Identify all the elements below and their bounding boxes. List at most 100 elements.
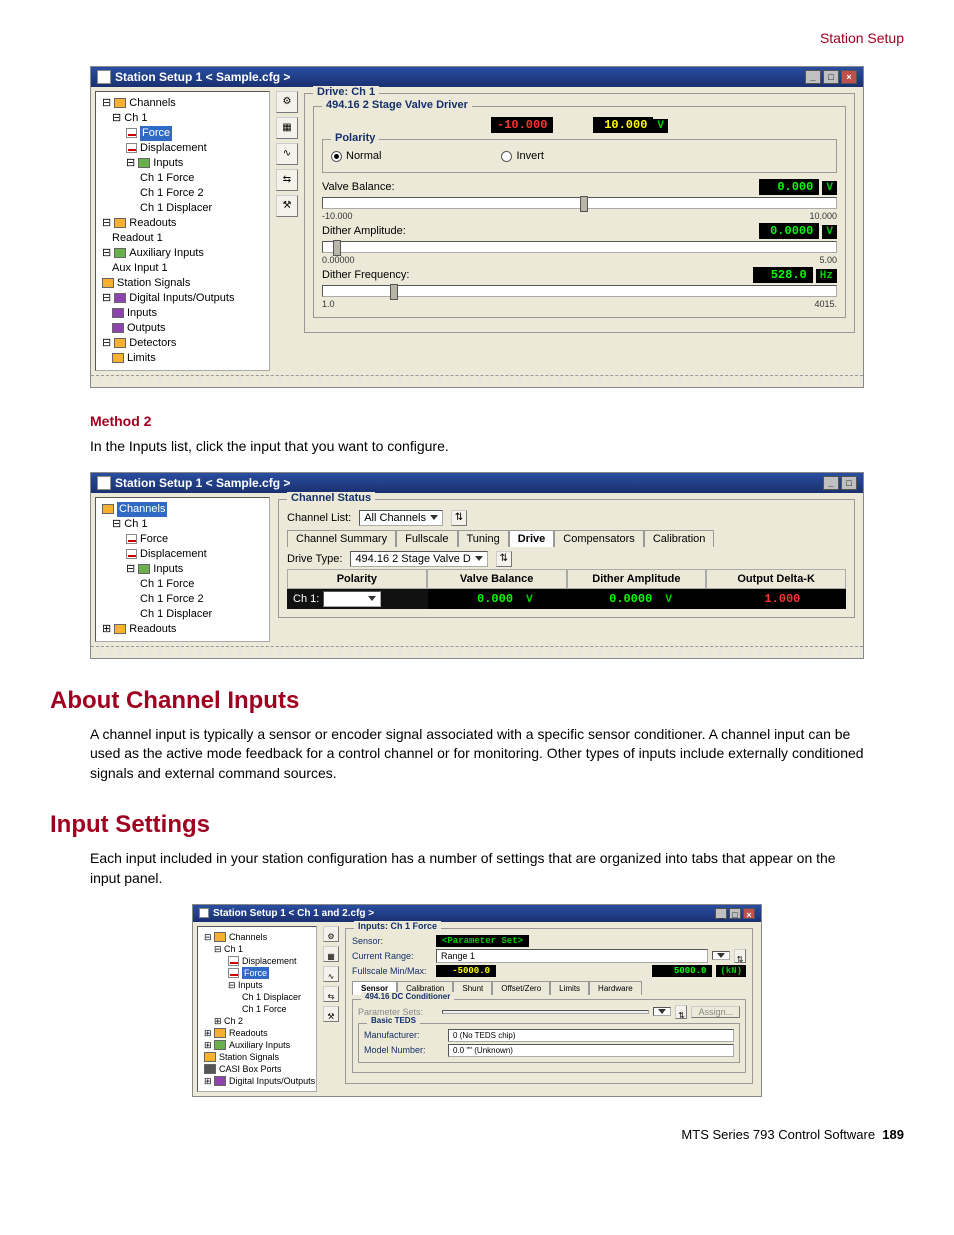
tree-station-signals[interactable]: Station Signals	[98, 276, 267, 291]
tree-dio[interactable]: ⊟ Digital Inputs/Outputs	[98, 291, 267, 306]
tree-inputs[interactable]: ⊟ Inputs	[98, 562, 267, 577]
tool-btn-4[interactable]: ⇆	[276, 169, 298, 191]
tab-calibration[interactable]: Calibration	[644, 530, 715, 547]
tool-btn[interactable]: ⚙	[323, 926, 339, 942]
channel-list-combo[interactable]: All Channels	[359, 510, 443, 526]
tree-aux-inputs[interactable]: ⊞ Auxiliary Inputs	[200, 1039, 314, 1051]
tree-ch1-displacer[interactable]: Ch 1 Displacer	[200, 991, 314, 1003]
tree-channels[interactable]: Channels	[98, 502, 267, 517]
tree-channels[interactable]: ⊟ Channels	[200, 931, 314, 943]
tab-channel-summary[interactable]: Channel Summary	[287, 530, 396, 547]
tab-drive[interactable]: Drive	[509, 530, 555, 547]
spin-buttons[interactable]: ⇅	[734, 949, 746, 963]
tool-btn-1[interactable]: ⚙	[276, 91, 298, 113]
tree-ch1-displacer[interactable]: Ch 1 Displacer	[98, 201, 267, 216]
close-button[interactable]: ×	[841, 70, 857, 84]
row-vb-unit: V	[522, 593, 537, 607]
tree-ch1-force[interactable]: Ch 1 Force	[98, 171, 267, 186]
tree-force[interactable]: Force	[98, 126, 267, 141]
tree-aux-inputs[interactable]: ⊟ Auxiliary Inputs	[98, 246, 267, 261]
row-od-value[interactable]: 1.000	[746, 591, 806, 607]
param-caret[interactable]	[653, 1007, 671, 1016]
tab-hardware[interactable]: Hardware	[589, 981, 642, 995]
tree-displacement[interactable]: Displacement	[98, 547, 267, 562]
row-da-value[interactable]: 0.0000	[598, 591, 658, 607]
dither-amp-slider[interactable]	[322, 241, 837, 253]
tree-ch1-displacer[interactable]: Ch 1 Displacer	[98, 607, 267, 622]
polarity-invert-radio[interactable]: Invert	[501, 150, 544, 162]
tool-btn[interactable]: ⇆	[323, 986, 339, 1002]
dither-amp-value[interactable]: 0.0000	[759, 223, 819, 239]
tree-ch1-force[interactable]: Ch 1 Force	[98, 577, 267, 592]
tree-ch1[interactable]: ⊟ Ch 1	[98, 517, 267, 532]
tree-limits[interactable]: Limits	[98, 351, 267, 366]
tree-force[interactable]: Force	[98, 532, 267, 547]
spin-buttons[interactable]: ⇅	[451, 510, 467, 526]
tree-readouts[interactable]: ⊞ Readouts	[200, 1027, 314, 1039]
range-caret[interactable]	[712, 951, 730, 960]
tree-ch1[interactable]: ⊟ Ch 1	[200, 943, 314, 955]
tab-compensators[interactable]: Compensators	[554, 530, 644, 547]
tree-dio-inputs[interactable]: Inputs	[98, 306, 267, 321]
maximize-button[interactable]: □	[729, 908, 741, 919]
dither-freq-value[interactable]: 528.0	[753, 267, 813, 283]
tool-btn[interactable]: ▦	[323, 946, 339, 962]
dither-freq-slider[interactable]	[322, 285, 837, 297]
valve-balance-slider[interactable]	[322, 197, 837, 209]
drive-type-combo[interactable]: 494.16 2 Stage Valve D	[350, 551, 487, 567]
tree-station-signals[interactable]: Station Signals	[200, 1051, 314, 1063]
page-header: Station Setup	[50, 30, 904, 46]
tree-ch1[interactable]: ⊟ Ch 1	[98, 111, 267, 126]
assign-button[interactable]: Assign...	[691, 1006, 740, 1018]
tree-casi[interactable]: CASI Box Ports	[200, 1063, 314, 1075]
tree-ch1-force[interactable]: Ch 1 Force	[200, 1003, 314, 1015]
tree-ch1-force2[interactable]: Ch 1 Force 2	[98, 186, 267, 201]
valve-balance-value[interactable]: 0.000	[759, 179, 819, 195]
tab-fullscale[interactable]: Fullscale	[396, 530, 457, 547]
tool-btn-5[interactable]: ⚒	[276, 195, 298, 217]
col-polarity: Polarity	[287, 569, 427, 589]
tab-offset-zero[interactable]: Offset/Zero	[492, 981, 550, 995]
tool-btn[interactable]: ⚒	[323, 1006, 339, 1022]
tool-btn[interactable]: ∿	[323, 966, 339, 982]
tab-limits[interactable]: Limits	[550, 981, 589, 995]
tree-detectors[interactable]: ⊟ Detectors	[98, 336, 267, 351]
tool-btn-3[interactable]: ∿	[276, 143, 298, 165]
tool-btn-2[interactable]: ▦	[276, 117, 298, 139]
caret-down-icon	[368, 596, 376, 601]
tree-readouts[interactable]: ⊞ Readouts	[98, 622, 267, 637]
tree-force[interactable]: Force	[200, 967, 314, 979]
maximize-button[interactable]: □	[841, 476, 857, 490]
current-range-combo[interactable]: Range 1	[436, 949, 708, 963]
row-polarity-combo[interactable]: Normal	[323, 591, 380, 607]
close-button[interactable]: ×	[743, 908, 755, 919]
tree-displacement[interactable]: Displacement	[98, 141, 267, 156]
tree-readout1[interactable]: Readout 1	[98, 231, 267, 246]
sensor-value[interactable]: <Parameter Set>	[436, 935, 529, 947]
tree-channels[interactable]: ⊟ Channels	[98, 96, 267, 111]
tab-shunt[interactable]: Shunt	[453, 981, 492, 995]
tree-ch2[interactable]: ⊞ Ch 2	[200, 1015, 314, 1027]
app-icon	[97, 476, 111, 490]
polarity-normal-radio[interactable]: Normal	[331, 150, 381, 162]
dither-amp-label: Dither Amplitude:	[322, 225, 406, 237]
tree-inputs[interactable]: ⊟ Inputs	[98, 156, 267, 171]
tree-displacement[interactable]: Displacement	[200, 955, 314, 967]
tree-dio[interactable]: ⊞ Digital Inputs/Outputs	[200, 1075, 314, 1087]
minimize-button[interactable]: _	[805, 70, 821, 84]
row-vb-value[interactable]: 0.000	[459, 591, 519, 607]
tree-ch1-force2[interactable]: Ch 1 Force 2	[98, 592, 267, 607]
nav-tree[interactable]: ⊟ Channels ⊟ Ch 1 Force Displacement ⊟ I…	[95, 91, 270, 371]
minimize-button[interactable]: _	[823, 476, 839, 490]
tree-dio-outputs[interactable]: Outputs	[98, 321, 267, 336]
spin-buttons[interactable]: ⇅	[675, 1005, 687, 1019]
tree-inputs[interactable]: ⊟ Inputs	[200, 979, 314, 991]
minimize-button[interactable]: _	[715, 908, 727, 919]
tree-readouts[interactable]: ⊟ Readouts	[98, 216, 267, 231]
maximize-button[interactable]: □	[823, 70, 839, 84]
spin-buttons[interactable]: ⇅	[496, 551, 512, 567]
tree-aux-input1[interactable]: Aux Input 1	[98, 261, 267, 276]
tab-tuning[interactable]: Tuning	[458, 530, 509, 547]
nav-tree-2[interactable]: Channels ⊟ Ch 1 Force Displacement ⊟ Inp…	[95, 497, 270, 642]
nav-tree-3[interactable]: ⊟ Channels ⊟ Ch 1 Displacement Force ⊟ I…	[197, 926, 317, 1092]
